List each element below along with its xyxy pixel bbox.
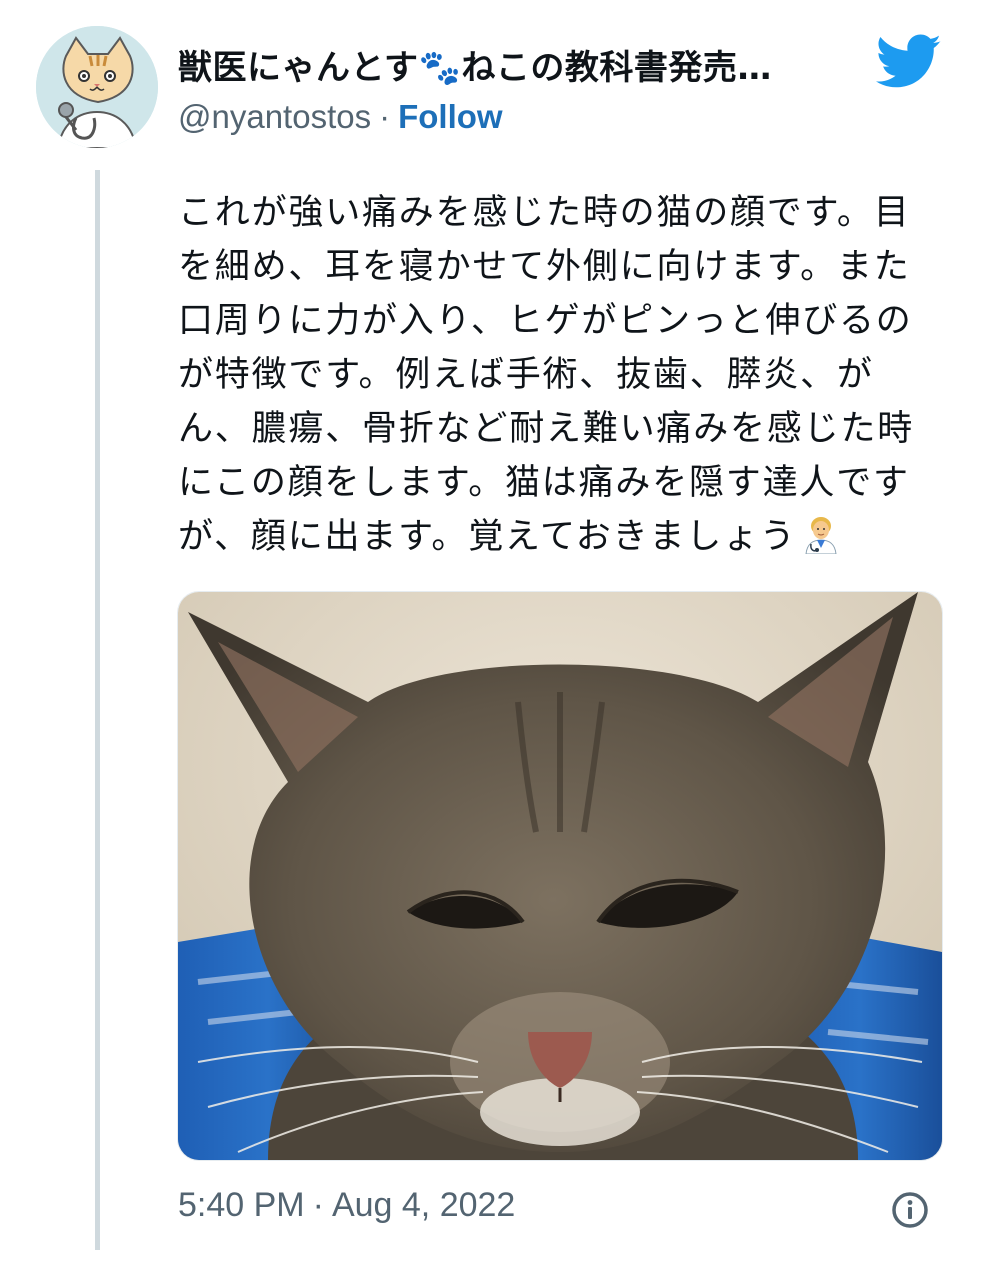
tweet-text-line: が、顔に出ます。覚えておきましょう	[178, 517, 797, 557]
health-worker-emoji-icon	[805, 517, 837, 554]
author-display-name[interactable]: 獣医にゃんとす🐾ねこの教科書発売…	[178, 40, 772, 89]
follow-button[interactable]: Follow	[398, 98, 502, 135]
avatar[interactable]	[36, 26, 158, 148]
author-handle[interactable]: @nyantostos	[178, 98, 371, 135]
info-icon[interactable]	[890, 1190, 930, 1230]
author-handle-row: @nyantostos · Follow	[178, 98, 503, 136]
tweet-time: 5:40 PM	[178, 1186, 305, 1224]
tweet-text-line: ん、膿瘍、骨折など耐え難い痛みを感じた時	[178, 409, 915, 449]
tweet-text-line: 口周りに力が入り、ヒゲがピンっと伸びるの	[178, 301, 913, 341]
tweet-date: Aug 4, 2022	[331, 1186, 516, 1224]
timestamp-separator: ·	[312, 1186, 324, 1224]
thread-connector-line	[95, 170, 100, 1250]
tweet-text-last-line: が、顔に出ます。覚えておきましょう	[178, 510, 928, 564]
cat-veterinarian-avatar-icon	[36, 26, 158, 148]
cat-photo-image	[178, 592, 942, 1160]
tweet-text: これが強い痛みを感じた時の猫の顔です。目 を細め、耳を寝かせて外側に向けます。ま…	[178, 186, 928, 564]
cat-in-pain-photo[interactable]	[177, 591, 943, 1161]
tweet-text-line: これが強い痛みを感じた時の猫の顔です。目	[178, 193, 911, 233]
twitter-bird-icon[interactable]	[876, 34, 942, 90]
tweet-card: 獣医にゃんとす🐾ねこの教科書発売… @nyantostos · Follow これが…	[0, 0, 984, 1261]
tweet-text-line: が特徴です。例えば手術、抜歯、膵炎、が	[178, 355, 874, 395]
tweet-text-line: を細め、耳を寝かせて外側に向けます。また	[178, 247, 911, 287]
handle-separator: ·	[379, 98, 391, 135]
tweet-timestamp[interactable]: 5:40 PM · Aug 4, 2022	[178, 1186, 515, 1225]
tweet-text-line: にこの顔をします。猫は痛みを隠す達人です	[178, 463, 910, 503]
